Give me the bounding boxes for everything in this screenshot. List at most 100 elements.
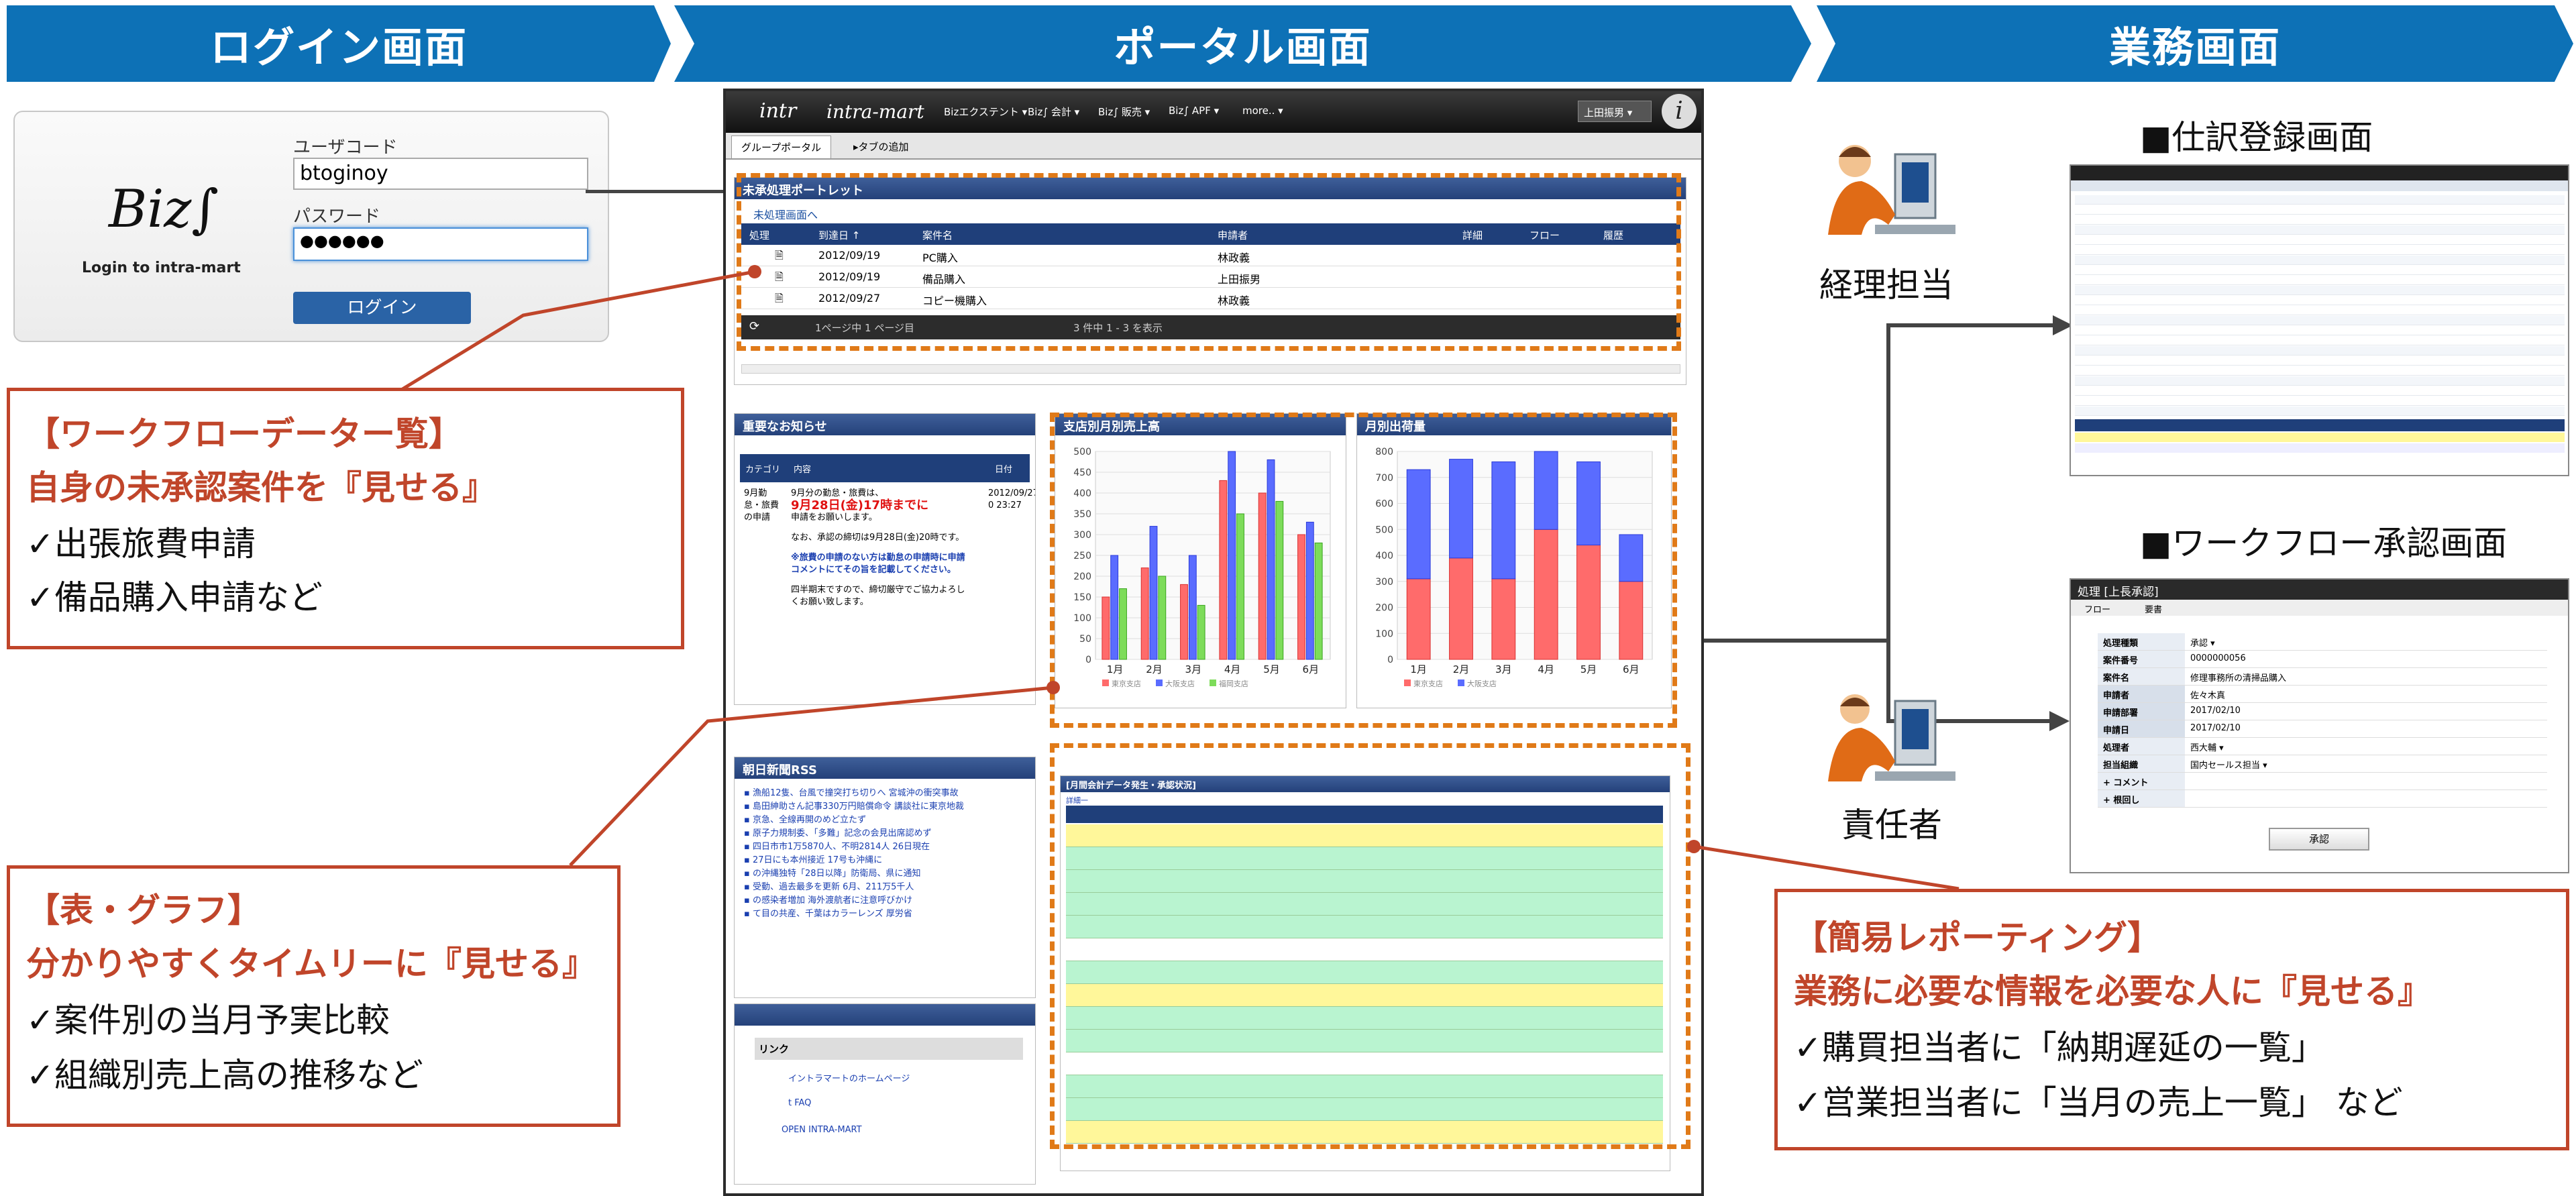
form-row: 処理種類 承認 ▾ <box>2098 633 2547 651</box>
form-label: 担当組織 <box>2098 755 2185 772</box>
thumb-field-row <box>2075 276 2565 285</box>
rss-item[interactable]: ▪ の沖縄独特「28日以降」防衛局、県に通知 <box>744 867 1026 881</box>
form-value[interactable]: 国内セールス担当 ▾ <box>2185 755 2273 772</box>
rss-item[interactable]: ▪ 受動、過去最多を更新 6月、211万5千人 <box>744 881 1026 894</box>
thumb-field-row <box>2075 205 2565 215</box>
links-portlet: リンク イントラマートのホームページ t FAQ OPEN INTRA-MART <box>734 1003 1036 1185</box>
approve-button[interactable]: 承認 <box>2269 828 2369 851</box>
password-input[interactable]: ●●●●●● <box>293 227 588 261</box>
rss-item[interactable]: ▪ の感染者増加 海外渡航者に注意呼びかけ <box>744 894 1026 908</box>
thumb-field-row <box>2075 336 2565 345</box>
accountant-figure <box>1815 134 1969 255</box>
rss-item[interactable]: ▪ 漁船12隻、台風で撞突打ち切りへ 宮城沖の衝突事故 <box>744 787 1026 800</box>
tab-add[interactable]: ▸タブの追加 <box>853 140 909 154</box>
banner-portal: ポータル画面 <box>674 5 1811 82</box>
thumb-row <box>2075 443 2565 453</box>
callout-bullet: ✓備品購入申請など <box>26 578 323 617</box>
rss-item[interactable]: ▪ 原子力規制委、「多難」記念の会見出席認めず <box>744 827 1026 840</box>
portlet-title <box>735 1004 1035 1026</box>
highlight-charts <box>1050 413 1677 728</box>
form-row: + コメント <box>2098 773 2547 790</box>
journal-entry-thumbnail <box>2070 164 2569 476</box>
thumb-field-row <box>2075 306 2565 315</box>
thumb-field-row <box>2075 316 2565 325</box>
login-panel: Biz∫ Login to intra-mart ユーザコード btoginoy… <box>13 111 609 342</box>
link-item[interactable]: OPEN INTRA-MART <box>782 1125 862 1135</box>
menu-item[interactable]: Biz∫ 会計 ▾ <box>1028 105 1079 119</box>
rss-item[interactable]: ▪ 四日市市1万5870人、不明2814人 26日現在 <box>744 840 1026 854</box>
tab-flow[interactable]: フロー <box>2084 602 2110 615</box>
thumb-field-row <box>2075 286 2565 295</box>
callout-bullet: ✓営業担当者に「当月の売上一覧」 など <box>1794 1083 2403 1122</box>
form-row: 申請者 佐々木真 <box>2098 686 2547 703</box>
link-item[interactable]: イントラマートのホームページ <box>788 1071 910 1084</box>
password-label: パスワード <box>293 207 381 227</box>
menu-item[interactable]: Bizエクステント ▾ <box>944 105 1027 119</box>
form-label: + 根回し <box>2098 790 2185 807</box>
rss-list: ▪ 漁船12隻、台風で撞突打ち切りへ 宮城沖の衝突事故 ▪ 島田紳助さん記事330… <box>744 787 1026 921</box>
form-value[interactable]: 佐々木真 <box>2185 686 2231 702</box>
portlet-title: 朝日新聞RSS <box>735 757 1035 779</box>
callout-bullet: ✓組織別売上高の推移など <box>26 1056 423 1095</box>
leader-report <box>1693 845 1960 891</box>
form-value[interactable]: 0000000056 <box>2185 651 2251 667</box>
form-value[interactable]: 西大輔 ▾ <box>2185 738 2229 755</box>
role-accountant: 経理担当 <box>1819 266 1953 305</box>
brand-logo: intr <box>759 99 797 123</box>
callout-title: 【表・グラフ】 <box>26 891 261 930</box>
tab-group-portal[interactable]: グループポータル <box>731 135 832 159</box>
figure-shape <box>1839 147 1871 157</box>
notice-line: 四半期末ですので、締切厳守でご協力よろしくお願い致します。 <box>791 585 965 607</box>
figure-shape <box>1875 225 1955 234</box>
form-row: 案件名 修理事務所の清掃品購入 <box>2098 668 2547 686</box>
form-row: 申請日 2017/02/10 <box>2098 720 2547 738</box>
form-label: 申請部署 <box>2098 703 2185 720</box>
thumb-field-row <box>2075 296 2565 305</box>
approval-thumbnail: 処理 [上長承認] フロー 要書 処理種類 承認 ▾ 案件番号 0000000056 案… <box>2070 578 2569 873</box>
login-caption: Login to intra-mart <box>82 260 241 276</box>
rss-item[interactable]: ▪ て目の共産、千葉はカラーレンズ 厚労省 <box>744 908 1026 921</box>
callout-subtitle: 分かりやすくタイムリーに『見せる』 <box>26 944 596 983</box>
notice-body: 9月分の勤怠・旅費は、 9月28日(金)17時までに 申請をお願いします。 なお… <box>791 488 972 608</box>
thumb-field-row <box>2075 376 2565 386</box>
form-value[interactable]: 2017/02/10 <box>2185 703 2246 720</box>
link-item[interactable]: t FAQ <box>788 1098 811 1108</box>
menu-item[interactable]: Biz∫ 販売 ▾ <box>1098 105 1150 119</box>
arrow-head <box>2049 711 2070 731</box>
menu-item[interactable]: Biz∫ APF ▾ <box>1169 105 1219 117</box>
thumb-field-row <box>2075 266 2565 275</box>
form-label: 案件番号 <box>2098 651 2185 667</box>
notice-date: 2012/09/27 0 23:27 <box>988 488 1036 510</box>
user-menu[interactable]: 上田振男 ▾ <box>1578 101 1652 122</box>
user-code-input[interactable]: btoginoy <box>293 158 588 190</box>
form-label: 処理者 <box>2098 738 2185 755</box>
menu-item[interactable]: more.. ▾ <box>1242 105 1283 117</box>
approval-form: 処理種類 承認 ▾ 案件番号 0000000056 案件名 修理事務所の清掃品購入 申請者佐… <box>2098 633 2547 808</box>
callout-subtitle: 業務に必要な情報を必要な人に『見せる』 <box>1794 972 2431 1011</box>
form-row: 処理者 西大輔 ▾ <box>2098 738 2547 755</box>
person-at-computer-icon <box>1828 694 1955 781</box>
rss-item[interactable]: ▪ 島田紳助さん記事330万円賠償命令 講談社に東京地裁 <box>744 800 1026 814</box>
info-icon[interactable]: i <box>1662 94 1697 129</box>
form-label: + コメント <box>2098 773 2185 790</box>
form-value[interactable] <box>2185 790 2196 807</box>
rss-item[interactable]: ▪ 京急、全線再開のめど立たず <box>744 814 1026 827</box>
rss-item[interactable]: ▪ 27日にも本州接近 17号も沖縄に <box>744 854 1026 867</box>
form-value[interactable]: 承認 ▾ <box>2185 633 2220 650</box>
thumb-field-row <box>2075 356 2565 366</box>
form-value[interactable]: 修理事務所の清掃品購入 <box>2185 668 2292 685</box>
thumb-field-row <box>2075 225 2565 235</box>
form-label: 処理種類 <box>2098 633 2185 650</box>
thumb-field-row <box>2075 396 2565 406</box>
role-manager: 責任者 <box>1841 806 1942 845</box>
form-value[interactable] <box>2185 773 2196 790</box>
thumb-toolbar <box>2071 180 2568 191</box>
tab-docs[interactable]: 要書 <box>2145 602 2162 615</box>
user-code-label: ユーザコード <box>293 138 398 158</box>
thumb-field-row <box>2075 386 2565 396</box>
h-scrollbar[interactable] <box>741 364 1680 374</box>
login-button[interactable]: ログイン <box>293 292 471 324</box>
figure-shape <box>1902 709 1929 749</box>
notice-category: 9月勤怠・旅費の申請 <box>744 488 780 523</box>
form-value[interactable]: 2017/02/10 <box>2185 720 2246 737</box>
